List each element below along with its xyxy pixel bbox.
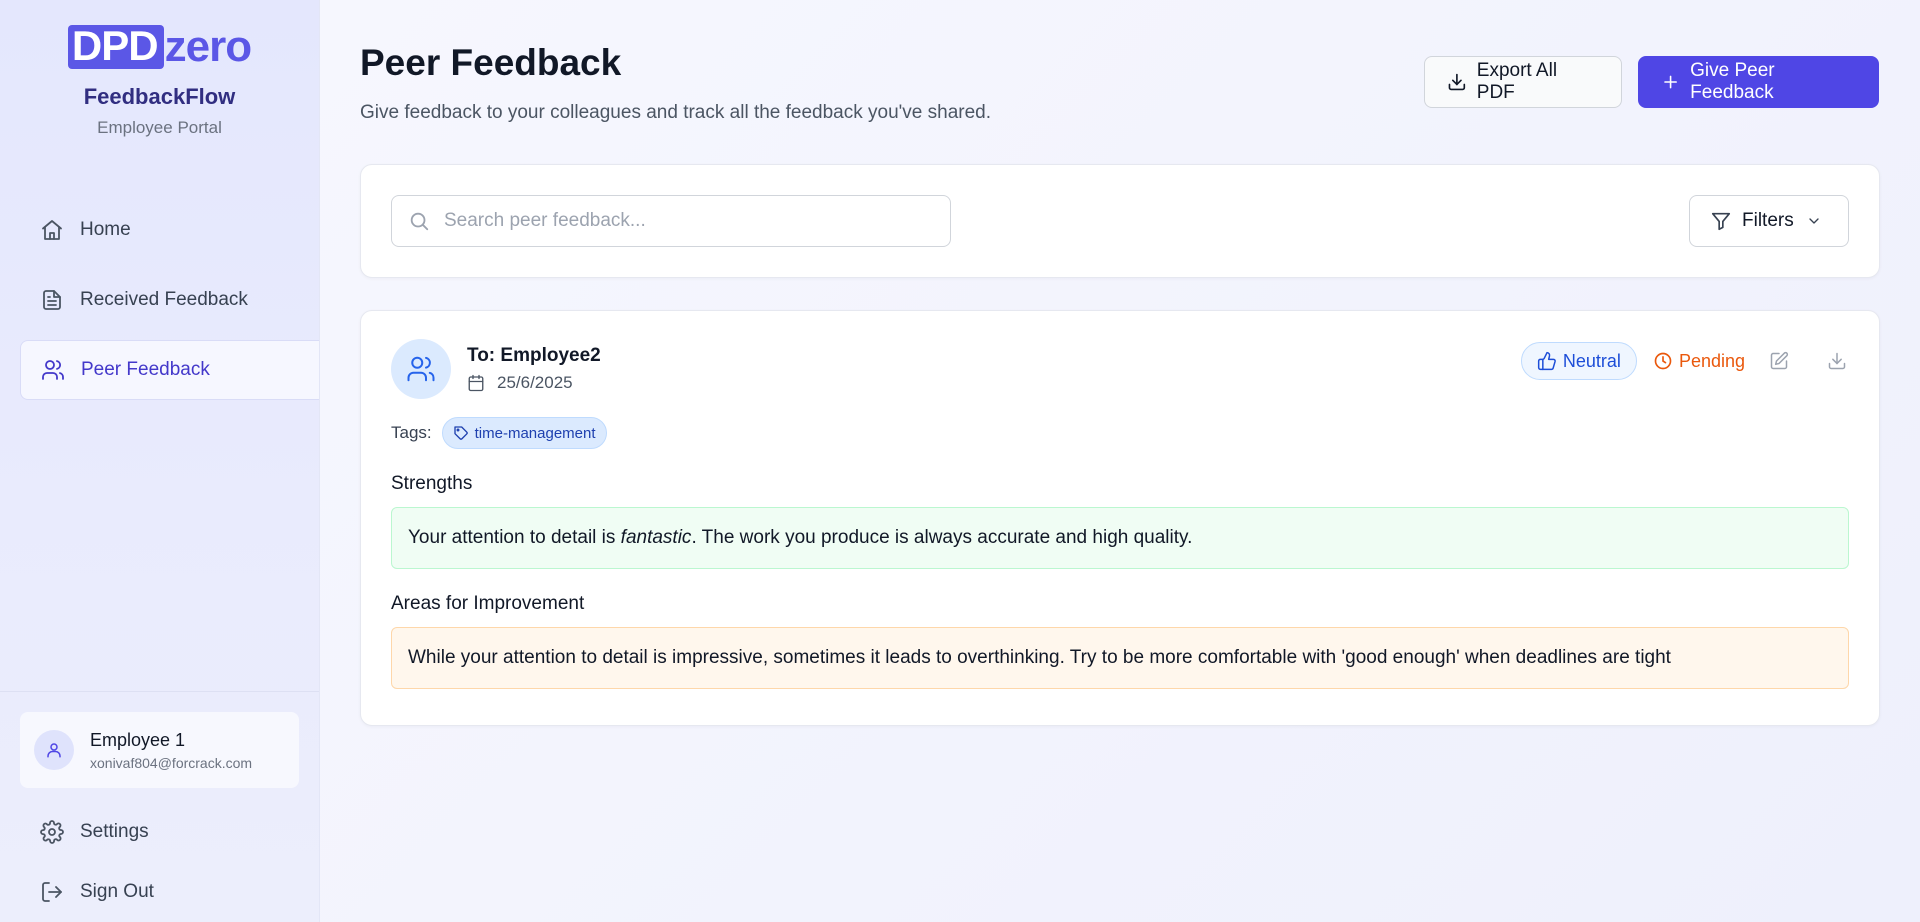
- edit-button[interactable]: [1767, 349, 1791, 373]
- user-icon: [47, 743, 61, 758]
- sidebar-item-home[interactable]: Home: [20, 200, 319, 260]
- page-subtitle: Give feedback to your colleagues and tra…: [360, 102, 992, 123]
- sidebar-item-label: Peer Feedback: [81, 359, 210, 380]
- status-label: Pending: [1678, 350, 1745, 371]
- page-header: Peer Feedback Give feedback to your coll…: [360, 40, 1880, 164]
- feedback-date: 25/6/2025: [467, 373, 601, 393]
- gear-icon: [40, 820, 64, 844]
- sidebar: DPD zero FeedbackFlow Employee Portal Hom…: [0, 0, 320, 922]
- sidebar-item-label: Received Feedback: [80, 289, 248, 310]
- strengths-box: Your attention to detail is fantastic. T…: [391, 507, 1849, 569]
- settings-link[interactable]: Settings: [0, 802, 319, 862]
- user-email: xonivaf804@forcrack.com: [90, 754, 253, 771]
- tag-icon: [453, 426, 468, 440]
- page-heading: Peer Feedback Give feedback to your coll…: [360, 40, 991, 124]
- search-icon: [410, 212, 429, 231]
- calendar-icon: [468, 374, 484, 392]
- plus-icon: [1664, 75, 1677, 89]
- recipient-avatar: [391, 339, 451, 399]
- search-input[interactable]: [444, 210, 950, 232]
- portal-label: Employee Portal: [97, 118, 222, 137]
- clock-icon: [1654, 352, 1672, 370]
- sidebar-item-peer-feedback[interactable]: Peer Feedback: [20, 340, 319, 400]
- logo-zero: zero: [164, 22, 252, 71]
- brand: DPD zero FeedbackFlow Employee Portal: [0, 0, 319, 138]
- tags-row: Tags: time-management: [391, 417, 1849, 449]
- sentiment-badge: Neutral: [1520, 342, 1637, 380]
- user-name: Employee 1: [90, 729, 186, 750]
- download-feedback-button[interactable]: [1825, 349, 1849, 373]
- search-box[interactable]: [391, 195, 951, 247]
- users-icon: [407, 356, 435, 382]
- sidebar-divider: [0, 691, 319, 692]
- recipient-name: To: Employee2: [467, 345, 601, 366]
- edit-icon: [1770, 351, 1789, 370]
- status-badge: Pending: [1653, 351, 1745, 372]
- strengths-text: Your attention to detail is fantastic. T…: [408, 527, 1192, 549]
- date-text: 25/6/2025: [497, 373, 573, 392]
- logo-dpd: DPD: [67, 25, 164, 69]
- thumbs-up-icon: [1537, 351, 1556, 371]
- app-root: DPD zero FeedbackFlow Employee Portal Hom…: [0, 0, 1920, 922]
- give-feedback-label: Give Peer Feedback: [1690, 60, 1775, 103]
- export-all-pdf-button[interactable]: Export All PDF: [1424, 56, 1622, 108]
- export-label: Export All PDF: [1476, 60, 1558, 103]
- strengths-text-end: . The work you produce is always accurat…: [691, 527, 1193, 548]
- feedback-card: To: Employee2 25/6/2025 Neutral Pending …: [360, 310, 1880, 726]
- sign-out-link[interactable]: Sign Out: [0, 862, 319, 922]
- tags-label: Tags:: [391, 423, 432, 442]
- sidebar-item-received-feedback[interactable]: Received Feedback: [20, 270, 319, 330]
- download-icon: [1448, 73, 1466, 91]
- sidebar-bottom: Employee 1 xonivaf804@forcrack.com Setti…: [0, 691, 319, 922]
- improvement-box: While your attention to detail is impres…: [391, 627, 1849, 689]
- sentiment-label: Neutral: [1562, 350, 1621, 371]
- chevron-down-icon: [1809, 218, 1819, 224]
- improvement-heading: Areas for Improvement: [391, 593, 585, 614]
- tag-chip[interactable]: time-management: [441, 417, 607, 449]
- feedback-recipient: To: Employee2 25/6/2025: [391, 339, 601, 399]
- search-card: Filters: [360, 164, 1880, 278]
- header-actions: Export All PDF Give Peer Feedback: [1424, 56, 1879, 108]
- sign-out-label: Sign Out: [80, 881, 154, 902]
- improvement-text: While your attention to detail is impres…: [408, 647, 1671, 668]
- user-card[interactable]: Employee 1 xonivaf804@forcrack.com: [20, 712, 299, 788]
- document-icon: [43, 290, 61, 310]
- main-content: Peer Feedback Give feedback to your coll…: [320, 0, 1920, 922]
- filter-icon: [1711, 212, 1731, 231]
- tag-label: time-management: [474, 424, 596, 442]
- page-title: Peer Feedback: [360, 42, 622, 83]
- user-info: Employee 1 xonivaf804@forcrack.com: [90, 730, 252, 771]
- home-icon: [42, 220, 62, 240]
- give-peer-feedback-button[interactable]: Give Peer Feedback: [1638, 56, 1879, 108]
- strengths-text-start: Your attention to detail is: [408, 527, 621, 548]
- feedback-header: To: Employee2 25/6/2025 Neutral Pending: [391, 339, 1849, 399]
- filters-button[interactable]: Filters: [1689, 195, 1849, 247]
- app-name: FeedbackFlow: [83, 84, 236, 109]
- users-icon: [42, 360, 64, 380]
- sidebar-nav: Home Received Feedback Peer Feedback: [0, 200, 319, 400]
- filters-label: Filters: [1742, 210, 1794, 231]
- avatar: [34, 730, 74, 770]
- sidebar-item-label: Home: [80, 219, 131, 240]
- download-icon: [1828, 352, 1846, 370]
- strengths-emphasis: fantastic: [620, 527, 692, 548]
- feedback-actions: Neutral Pending: [1520, 341, 1849, 381]
- dpdzero-logo[interactable]: DPD zero: [67, 22, 252, 71]
- log-out-icon: [42, 882, 62, 902]
- settings-label: Settings: [80, 821, 149, 842]
- recipient-info: To: Employee2 25/6/2025: [467, 345, 601, 393]
- strengths-heading: Strengths: [391, 473, 473, 494]
